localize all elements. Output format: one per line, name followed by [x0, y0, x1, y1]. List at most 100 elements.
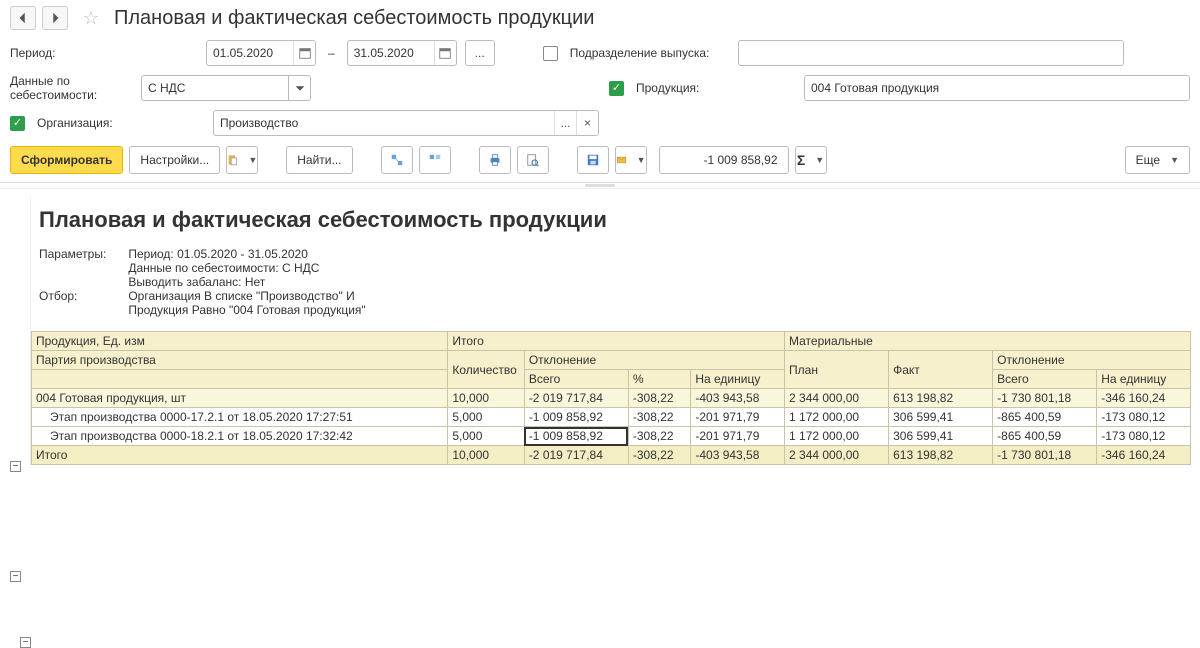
nav-forward-button[interactable]	[42, 6, 68, 30]
cell-dev-total[interactable]: -2 019 717,84	[524, 389, 628, 408]
cell-fact[interactable]: 306 599,41	[889, 408, 993, 427]
col-mdev-unit[interactable]: На единицу	[1097, 370, 1191, 389]
cell-mdev-unit[interactable]: -173 080,12	[1097, 427, 1191, 446]
date-to-value: 31.05.2020	[354, 46, 414, 60]
col-product[interactable]: Продукция, Ед. изм	[32, 332, 448, 351]
sum-button[interactable]: Σ ▼	[795, 146, 827, 174]
col-dev-unit[interactable]: На единицу	[691, 370, 785, 389]
cell-mdev-unit[interactable]: -346 160,24	[1097, 446, 1191, 465]
cost-value: С НДС	[148, 81, 185, 95]
col-total-group[interactable]: Итого	[448, 332, 785, 351]
col-plan[interactable]: План	[785, 351, 889, 389]
cell-dev-unit[interactable]: -201 971,79	[691, 427, 785, 446]
save-button[interactable]	[577, 146, 609, 174]
org-checkbox[interactable]: ✓	[10, 116, 25, 131]
date-from-value: 01.05.2020	[213, 46, 273, 60]
cell-qty[interactable]: 10,000	[448, 446, 524, 465]
param-line: Данные по себестоимости: С НДС	[128, 261, 319, 275]
period-select-button[interactable]: ...	[465, 40, 495, 66]
org-input[interactable]: Производство ... ×	[213, 110, 599, 136]
cell-qty[interactable]: 10,000	[448, 389, 524, 408]
cell-qty[interactable]: 5,000	[448, 427, 524, 446]
cell-dev-pct[interactable]: -308,22	[628, 408, 690, 427]
generate-button[interactable]: Сформировать	[10, 146, 123, 174]
filter-line: Организация В списке "Производство" И	[128, 289, 365, 303]
report-body: Плановая и фактическая себестоимость про…	[30, 197, 1200, 465]
cell-name[interactable]: Итого	[32, 446, 448, 465]
more-button[interactable]: Еще ▼	[1125, 146, 1190, 174]
outline-toggle-1[interactable]: −	[10, 461, 21, 472]
sigma-icon: Σ	[797, 152, 805, 168]
nav-back-button[interactable]	[10, 6, 36, 30]
cell-name[interactable]: Этап производства 0000-18.2.1 от 18.05.2…	[32, 427, 448, 446]
variants-button[interactable]: ▼	[226, 146, 258, 174]
cell-mdev-total[interactable]: -865 400,59	[993, 408, 1097, 427]
product-checkbox[interactable]: ✓	[609, 81, 624, 96]
calendar-icon[interactable]	[293, 41, 315, 65]
cost-select[interactable]: С НДС	[141, 75, 289, 101]
org-clear-button[interactable]: ×	[576, 111, 598, 135]
col-deviation[interactable]: Отклонение	[524, 351, 784, 370]
favorite-icon[interactable]: ☆	[80, 7, 102, 29]
cell-mdev-total[interactable]: -865 400,59	[993, 427, 1097, 446]
expand-icon	[390, 153, 404, 167]
cell-dev-total[interactable]: -1 009 858,92	[524, 408, 628, 427]
dept-input[interactable]	[738, 40, 1124, 66]
cell-plan[interactable]: 1 172 000,00	[785, 408, 889, 427]
col-mat-deviation[interactable]: Отклонение	[993, 351, 1191, 370]
cell-dev-total[interactable]: -2 019 717,84	[524, 446, 628, 465]
cell-dev-unit[interactable]: -201 971,79	[691, 408, 785, 427]
cell-fact[interactable]: 306 599,41	[889, 427, 993, 446]
print-button[interactable]	[479, 146, 511, 174]
col-dev-pct[interactable]: %	[628, 370, 690, 389]
calendar-icon[interactable]	[434, 41, 456, 65]
outline-toggle-3[interactable]: −	[20, 637, 31, 648]
settings-button[interactable]: Настройки...	[129, 146, 220, 174]
cell-plan[interactable]: 2 344 000,00	[785, 446, 889, 465]
cell-fact[interactable]: 613 198,82	[889, 446, 993, 465]
cell-dev-unit[interactable]: -403 943,58	[691, 446, 785, 465]
cost-select-caret[interactable]	[289, 75, 311, 101]
filter-label: Отбор:	[39, 289, 125, 303]
report-area: − − − Плановая и фактическая себестоимос…	[0, 182, 1200, 465]
cell-dev-pct[interactable]: -308,22	[628, 427, 690, 446]
cell-name[interactable]: Этап производства 0000-17.2.1 от 18.05.2…	[32, 408, 448, 427]
cell-plan[interactable]: 1 172 000,00	[785, 427, 889, 446]
cell-mdev-total[interactable]: -1 730 801,18	[993, 446, 1097, 465]
envelope-icon	[616, 153, 627, 167]
cell-dev-total[interactable]: -1 009 858,92	[524, 427, 628, 446]
preview-button[interactable]	[517, 146, 549, 174]
cell-dev-unit[interactable]: -403 943,58	[691, 389, 785, 408]
cell-name[interactable]: 004 Готовая продукция, шт	[32, 389, 448, 408]
outline-toggle-2[interactable]: −	[10, 571, 21, 582]
chevron-down-icon	[293, 81, 307, 95]
col-material-group[interactable]: Материальные	[785, 332, 1191, 351]
org-select-button[interactable]: ...	[554, 111, 576, 135]
cell-qty[interactable]: 5,000	[448, 408, 524, 427]
cell-mdev-unit[interactable]: -173 080,12	[1097, 408, 1191, 427]
col-batch[interactable]: Партия производства	[32, 351, 448, 370]
col-empty[interactable]	[32, 370, 448, 389]
period-label: Период:	[10, 46, 198, 60]
cell-plan[interactable]: 2 344 000,00	[785, 389, 889, 408]
dept-checkbox[interactable]	[543, 46, 558, 61]
cell-dev-pct[interactable]: -308,22	[628, 446, 690, 465]
col-mdev-total[interactable]: Всего	[993, 370, 1097, 389]
col-dev-total[interactable]: Всего	[524, 370, 628, 389]
splitter[interactable]	[0, 183, 1200, 189]
col-fact[interactable]: Факт	[889, 351, 993, 389]
product-input[interactable]: 004 Готовая продукция	[804, 75, 1190, 101]
expand-button[interactable]	[381, 146, 413, 174]
cell-mdev-total[interactable]: -1 730 801,18	[993, 389, 1097, 408]
clipboard-icon	[227, 153, 238, 167]
col-qty[interactable]: Количество	[448, 351, 524, 389]
cell-mdev-unit[interactable]: -346 160,24	[1097, 389, 1191, 408]
cell-dev-pct[interactable]: -308,22	[628, 389, 690, 408]
page-title: Плановая и фактическая себестоимость про…	[114, 7, 594, 30]
collapse-button[interactable]	[419, 146, 451, 174]
date-from-input[interactable]: 01.05.2020	[206, 40, 316, 66]
date-to-input[interactable]: 31.05.2020	[347, 40, 457, 66]
cell-fact[interactable]: 613 198,82	[889, 389, 993, 408]
find-button[interactable]: Найти...	[286, 146, 352, 174]
send-button[interactable]: ▼	[615, 146, 647, 174]
